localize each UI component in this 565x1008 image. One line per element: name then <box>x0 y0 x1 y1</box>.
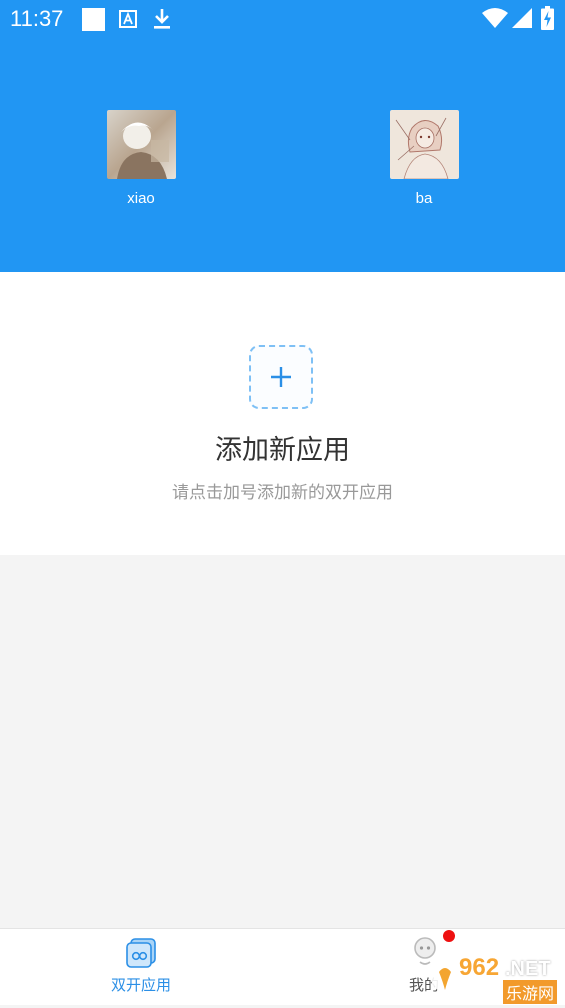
account-name: xiao <box>127 190 155 207</box>
account-name: ba <box>415 190 433 207</box>
plus-icon <box>271 367 291 387</box>
battery-charging-icon <box>541 6 554 30</box>
account-xiao[interactable]: xiao <box>71 110 211 207</box>
notification-badge <box>443 930 455 942</box>
avatar-image <box>389 110 459 179</box>
watermark-number: 962 <box>459 954 500 981</box>
accounts-header: xiao ba <box>0 40 565 272</box>
tab-dual-apps[interactable]: 双开应用 <box>71 929 211 1005</box>
status-bar: 11:37 <box>0 0 565 40</box>
translate-notification-icon <box>119 10 137 28</box>
add-app-panel: 添加新应用 请点击加号添加新的双开应用 <box>0 272 565 555</box>
dual-app-icon <box>126 938 156 968</box>
watermark-suffix: .NET <box>505 958 551 980</box>
avatar <box>106 110 176 179</box>
avatar-image <box>106 110 176 179</box>
cell-signal-icon <box>512 8 532 28</box>
watermark-chinese: 乐游网 <box>503 980 558 1004</box>
blank-notification-icon <box>82 8 105 31</box>
add-app-button[interactable] <box>249 345 313 409</box>
watermark-logo: 962 .NET 乐游网 <box>425 952 565 1004</box>
avatar <box>389 110 459 179</box>
add-app-title: 添加新应用 <box>215 435 350 466</box>
wifi-icon <box>482 8 508 28</box>
add-app-hint: 请点击加号添加新的双开应用 <box>172 483 393 503</box>
status-time: 11:37 <box>10 6 64 31</box>
download-icon <box>154 9 170 29</box>
account-ba[interactable]: ba <box>354 110 494 207</box>
tab-label: 双开应用 <box>110 976 171 994</box>
